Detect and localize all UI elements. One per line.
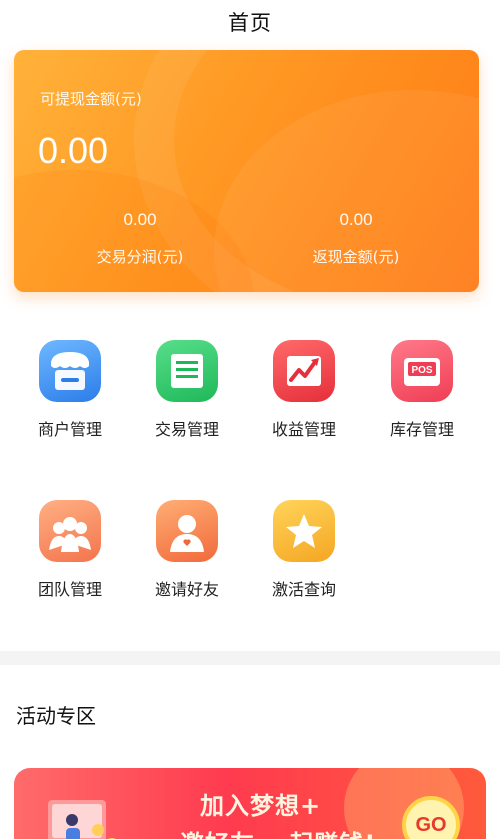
team-icon bbox=[39, 500, 101, 562]
menu-item-activation[interactable]: 激活查询 bbox=[244, 500, 364, 600]
activation-query-icon bbox=[273, 500, 335, 562]
transaction-icon bbox=[156, 340, 218, 402]
people-illustration-icon bbox=[48, 800, 116, 839]
menu-item-inventory[interactable]: POS 库存管理 bbox=[362, 340, 482, 440]
activity-banner[interactable]: 加入梦想+ 邀好友 一起赚钱! GO bbox=[14, 768, 486, 839]
menu-item-label: 库存管理 bbox=[389, 420, 454, 439]
menu-item-label: 收益管理 bbox=[271, 420, 336, 439]
menu-item-label: 交易管理 bbox=[154, 420, 219, 439]
invite-friends-icon bbox=[156, 500, 218, 562]
section-divider bbox=[0, 651, 500, 665]
menu-item-invite[interactable]: 邀请好友 bbox=[127, 500, 247, 600]
trade-profit-label: 交易分润(元) bbox=[96, 248, 184, 266]
activity-section-title: 活动专区 bbox=[16, 704, 96, 728]
menu-item-label: 邀请好友 bbox=[154, 580, 219, 599]
menu-item-label: 团队管理 bbox=[37, 580, 102, 599]
menu-item-merchant[interactable]: 商户管理 bbox=[10, 340, 130, 440]
svg-text:POS: POS bbox=[411, 365, 432, 376]
page-title: 首页 bbox=[228, 11, 272, 35]
trade-profit-stat[interactable]: 0.00 交易分润(元) bbox=[50, 210, 230, 267]
cashback-stat[interactable]: 0.00 返现金额(元) bbox=[266, 210, 446, 267]
trade-profit-value: 0.00 bbox=[123, 210, 157, 229]
menu-item-transaction[interactable]: 交易管理 bbox=[127, 340, 247, 440]
inventory-icon: POS bbox=[391, 340, 453, 402]
menu-item-team[interactable]: 团队管理 bbox=[10, 500, 130, 600]
menu-item-earnings[interactable]: 收益管理 bbox=[244, 340, 364, 440]
merchant-icon bbox=[39, 340, 101, 402]
earnings-icon bbox=[273, 340, 335, 402]
banner-title: 加入梦想+ bbox=[200, 792, 322, 820]
menu-item-label: 商户管理 bbox=[37, 420, 102, 439]
withdrawable-amount-value: 0.00 bbox=[38, 130, 109, 171]
cashback-value: 0.00 bbox=[339, 210, 373, 229]
balance-card[interactable]: 可提现金额(元) 0.00 0.00 交易分润(元) 0.00 返现金额(元) bbox=[14, 50, 479, 292]
menu-item-label: 激活查询 bbox=[271, 580, 336, 599]
top-nav-bar: 首页 bbox=[0, 0, 500, 44]
banner-subtitle: 邀好友 一起赚钱! bbox=[180, 824, 376, 839]
cashback-label: 返现金额(元) bbox=[312, 248, 400, 266]
withdrawable-amount-label: 可提现金额(元) bbox=[40, 90, 142, 108]
